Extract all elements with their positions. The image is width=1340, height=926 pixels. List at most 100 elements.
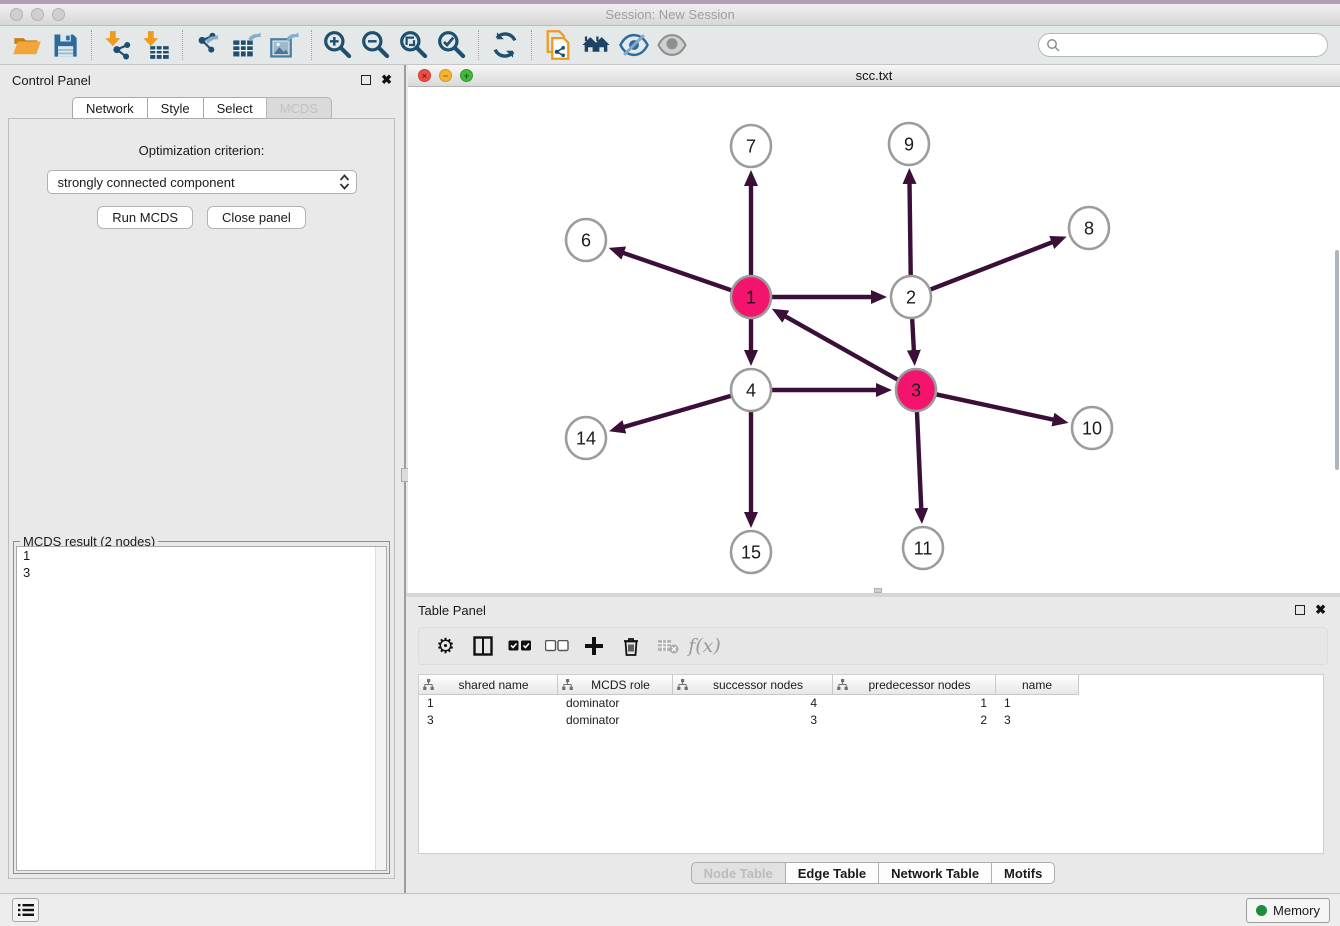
first-neighbors-button[interactable] bbox=[577, 29, 615, 61]
column-header-shared-name[interactable]: shared name bbox=[419, 675, 558, 695]
edge-3-11[interactable] bbox=[917, 411, 921, 510]
save-session-button[interactable] bbox=[46, 29, 84, 61]
tp-tab-1[interactable]: Edge Table bbox=[785, 862, 878, 884]
status-bar: Memory bbox=[0, 893, 1340, 926]
table-row[interactable]: 1 dominator 4 1 1 bbox=[419, 695, 1323, 712]
import-table-button[interactable] bbox=[137, 29, 175, 61]
float-panel-icon[interactable] bbox=[361, 75, 371, 85]
column-header-predecessor-nodes[interactable]: predecessor nodes bbox=[833, 675, 996, 695]
node-table[interactable]: shared name MCDS role successor nodes bbox=[418, 674, 1324, 854]
network-window-titlebar[interactable]: scc.txt × − + bbox=[408, 65, 1340, 87]
mcds-result-group: MCDS result (2 nodes) 1 3 bbox=[13, 541, 390, 874]
cp-tab-3[interactable]: MCDS bbox=[266, 97, 332, 119]
edge-4-14[interactable] bbox=[622, 396, 730, 428]
right-area: scc.txt × − + 7968124314101511 Table Pan… bbox=[406, 65, 1340, 893]
edge-1-6[interactable] bbox=[622, 252, 731, 290]
select-all-rows-button[interactable] bbox=[501, 630, 538, 662]
cp-tab-1[interactable]: Style bbox=[147, 97, 203, 119]
zoom-selected-icon bbox=[436, 29, 468, 61]
close-panel-button[interactable]: Close panel bbox=[207, 206, 306, 229]
table-header-row: shared name MCDS role successor nodes bbox=[419, 675, 1323, 695]
cp-tab-2[interactable]: Select bbox=[203, 97, 266, 119]
graph-node-label: 15 bbox=[741, 542, 761, 562]
cell-mcds-role: dominator bbox=[558, 695, 673, 712]
network-close-button[interactable]: × bbox=[418, 69, 431, 82]
export-table-button[interactable] bbox=[228, 29, 266, 61]
table-row[interactable]: 3 dominator 3 2 3 bbox=[419, 712, 1323, 729]
zoom-in-icon bbox=[322, 29, 354, 61]
run-mcds-button[interactable]: Run MCDS bbox=[97, 206, 193, 229]
attribute-icon bbox=[423, 679, 434, 690]
graph-node-label: 9 bbox=[904, 134, 914, 154]
cell-mcds-role: dominator bbox=[558, 712, 673, 729]
toolbar-separator bbox=[311, 30, 312, 60]
main-titlebar[interactable]: Session: New Session bbox=[0, 4, 1340, 26]
network-minimize-button[interactable]: − bbox=[439, 69, 452, 82]
hide-selected-button[interactable] bbox=[615, 29, 653, 61]
zoom-fit-button[interactable] bbox=[395, 29, 433, 61]
table-tabs: Node Table Edge Table Network Table Moti… bbox=[406, 862, 1340, 884]
table-toolbar: ⚙ bbox=[418, 627, 1328, 665]
zoom-out-button[interactable] bbox=[357, 29, 395, 61]
edge-2-9[interactable] bbox=[909, 182, 910, 276]
graph-node-label: 10 bbox=[1082, 418, 1102, 438]
memory-button[interactable]: Memory bbox=[1246, 898, 1330, 923]
attribute-icon bbox=[837, 679, 848, 690]
network-canvas[interactable]: 7968124314101511 bbox=[408, 87, 1340, 593]
edge-3-10[interactable] bbox=[937, 394, 1055, 420]
graph-node-label: 8 bbox=[1084, 218, 1094, 238]
function-builder-button[interactable]: f(x) bbox=[686, 630, 723, 662]
result-scrollbar[interactable] bbox=[375, 547, 386, 870]
cp-tab-0[interactable]: Network bbox=[72, 97, 147, 119]
columns-icon bbox=[473, 636, 493, 656]
application-window: Session: New Session bbox=[0, 0, 1340, 926]
tp-tab-0[interactable]: Node Table bbox=[691, 862, 785, 884]
column-header-mcds-role[interactable]: MCDS role bbox=[558, 675, 673, 695]
network-vertical-scrollbar[interactable] bbox=[1335, 250, 1339, 470]
criterion-dropdown[interactable]: strongly connected component bbox=[47, 170, 357, 194]
deselect-all-rows-button[interactable] bbox=[538, 630, 575, 662]
refresh-layout-button[interactable] bbox=[486, 29, 524, 61]
graph-svg[interactable]: 7968124314101511 bbox=[408, 87, 1340, 593]
network-maximize-button[interactable]: + bbox=[460, 69, 473, 82]
import-network-icon bbox=[103, 30, 133, 60]
task-history-button[interactable] bbox=[12, 898, 39, 922]
toolbar-separator bbox=[182, 30, 183, 60]
show-all-button[interactable] bbox=[653, 29, 691, 61]
graph-node-label: 1 bbox=[746, 287, 756, 307]
edge-3-1[interactable] bbox=[784, 316, 898, 380]
zoom-selected-button[interactable] bbox=[433, 29, 471, 61]
import-network-button[interactable] bbox=[99, 29, 137, 61]
network-window-controls: × − + bbox=[418, 69, 473, 82]
close-panel-icon[interactable]: ✖ bbox=[381, 75, 392, 85]
table-settings-button[interactable]: ⚙ bbox=[427, 630, 464, 662]
memory-status-icon bbox=[1256, 905, 1267, 916]
cell-shared-name: 3 bbox=[419, 712, 558, 729]
tp-tab-3[interactable]: Motifs bbox=[991, 862, 1055, 884]
edge-2-3[interactable] bbox=[912, 318, 914, 352]
control-panel-tabs: Network Style Select MCDS bbox=[0, 97, 404, 119]
export-image-button[interactable] bbox=[266, 29, 304, 61]
duplicate-network-button[interactable] bbox=[539, 29, 577, 61]
zoom-in-button[interactable] bbox=[319, 29, 357, 61]
edge-2-8[interactable] bbox=[931, 242, 1054, 290]
column-header-successor-nodes[interactable]: successor nodes bbox=[673, 675, 833, 695]
tp-tab-2[interactable]: Network Table bbox=[878, 862, 991, 884]
close-table-panel-icon[interactable]: ✖ bbox=[1315, 605, 1326, 615]
attribute-icon bbox=[562, 679, 573, 690]
delete-row-button[interactable] bbox=[612, 630, 649, 662]
add-row-button[interactable] bbox=[575, 630, 612, 662]
open-file-button[interactable] bbox=[8, 29, 46, 61]
export-network-button[interactable] bbox=[190, 29, 228, 61]
column-header-name[interactable]: name bbox=[996, 675, 1079, 695]
duplicate-network-icon bbox=[543, 29, 573, 61]
search-input[interactable] bbox=[1038, 33, 1328, 57]
float-table-panel-icon[interactable] bbox=[1295, 605, 1305, 615]
attribute-icon bbox=[677, 679, 688, 690]
mcds-result-list[interactable]: 1 3 bbox=[16, 546, 387, 871]
show-columns-button[interactable] bbox=[464, 630, 501, 662]
delete-table-button[interactable] bbox=[649, 630, 686, 662]
main-area: Control Panel ✖ Network Style Select MCD… bbox=[0, 65, 1340, 893]
control-panel-header: Control Panel ✖ bbox=[0, 65, 404, 95]
gear-icon: ⚙ bbox=[436, 636, 455, 657]
